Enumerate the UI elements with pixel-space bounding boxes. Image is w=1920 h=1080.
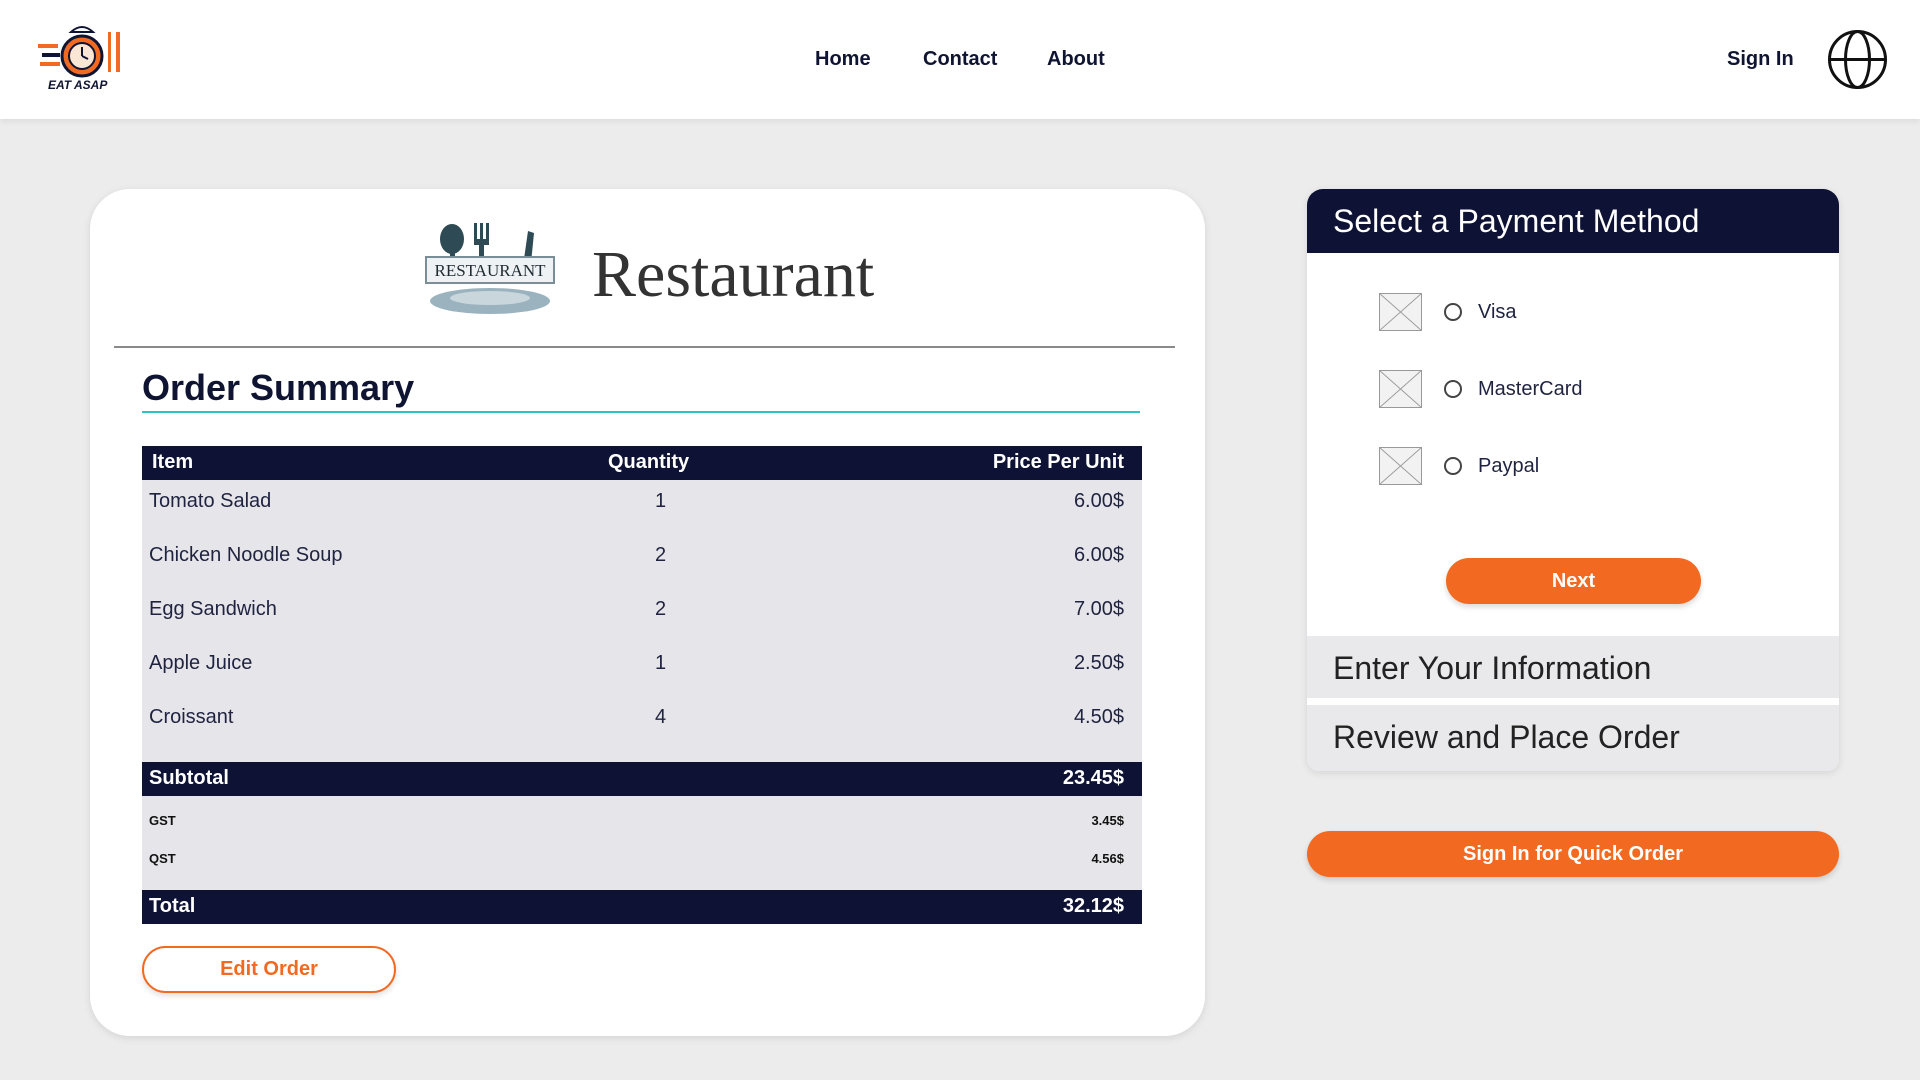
gst-label: GST xyxy=(149,813,176,828)
qst-row: QST 4.56$ xyxy=(142,851,1142,871)
nav-contact[interactable]: Contact xyxy=(923,48,997,71)
item-quantity: 4 xyxy=(655,706,667,728)
visa-label[interactable]: Visa xyxy=(1478,301,1517,324)
qst-label: QST xyxy=(149,851,176,866)
restaurant-title: Restaurant xyxy=(592,238,875,311)
title-underline xyxy=(142,411,1140,413)
payment-option-visa[interactable]: Visa xyxy=(1379,293,1699,333)
table-row: Chicken Noodle Soup 2 6.00$ xyxy=(142,534,1142,588)
table-row: Egg Sandwich 2 7.00$ xyxy=(142,588,1142,642)
gst-value: 3.45$ xyxy=(1091,813,1124,828)
payment-method-header[interactable]: Select a Payment Method xyxy=(1307,189,1839,253)
item-price: 6.00$ xyxy=(1073,544,1124,566)
step-review-order[interactable]: Review and Place Order xyxy=(1307,705,1839,771)
table-header: Item Quantity Price Per Unit xyxy=(142,446,1142,480)
mastercard-image-placeholder-icon xyxy=(1379,370,1422,408)
nav-home[interactable]: Home xyxy=(815,48,871,71)
item-quantity: 1 xyxy=(655,652,667,674)
column-header-quantity: Quantity xyxy=(608,451,690,473)
payment-panel: Select a Payment Method Visa MasterCard … xyxy=(1307,189,1839,771)
payment-option-mastercard[interactable]: MasterCard xyxy=(1379,370,1699,410)
visa-image-placeholder-icon xyxy=(1379,293,1422,331)
table-row: Croissant 4 4.50$ xyxy=(142,696,1142,750)
item-name: Tomato Salad xyxy=(149,490,272,512)
restaurant-logo: RESTAURANT xyxy=(425,223,555,314)
table-body: Tomato Salad 1 6.00$ Chicken Noodle Soup… xyxy=(142,480,1142,762)
table-row: Apple Juice 1 2.50$ xyxy=(142,642,1142,696)
item-name: Apple Juice xyxy=(149,652,253,674)
item-quantity: 2 xyxy=(655,544,667,566)
paypal-radio[interactable] xyxy=(1444,457,1462,475)
gst-row: GST 3.45$ xyxy=(142,813,1142,833)
divider xyxy=(114,346,1175,348)
payment-option-paypal[interactable]: Paypal xyxy=(1379,447,1699,487)
item-name: Croissant xyxy=(149,706,234,728)
mastercard-label[interactable]: MasterCard xyxy=(1478,378,1582,401)
item-name: Chicken Noodle Soup xyxy=(149,544,343,566)
total-value: 32.12$ xyxy=(1062,895,1124,917)
item-price: 2.50$ xyxy=(1073,652,1124,674)
globe-icon[interactable] xyxy=(1827,29,1888,90)
visa-radio[interactable] xyxy=(1444,303,1462,321)
paypal-image-placeholder-icon xyxy=(1379,447,1422,485)
step-enter-information[interactable]: Enter Your Information xyxy=(1307,636,1839,698)
column-header-price: Price Per Unit xyxy=(992,451,1124,473)
item-name: Egg Sandwich xyxy=(149,598,277,620)
order-table: Item Quantity Price Per Unit Tomato Sala… xyxy=(142,446,1142,924)
edit-order-button[interactable]: Edit Order xyxy=(142,946,396,993)
order-summary-title: Order Summary xyxy=(142,367,415,408)
item-price: 4.50$ xyxy=(1073,706,1124,728)
restaurant-logo-text: RESTAURANT xyxy=(434,261,546,280)
item-quantity: 1 xyxy=(655,490,667,512)
sign-in-link[interactable]: Sign In xyxy=(1727,48,1794,71)
logo-wordmark: EAT ASAP xyxy=(48,78,108,92)
subtotal-bar: Subtotal 23.45$ xyxy=(142,762,1142,796)
mastercard-radio[interactable] xyxy=(1444,380,1462,398)
table-row: Tomato Salad 1 6.00$ xyxy=(142,480,1142,534)
qst-value: 4.56$ xyxy=(1091,851,1124,866)
total-label: Total xyxy=(149,895,196,917)
column-header-item: Item xyxy=(152,451,194,473)
total-bar: Total 32.12$ xyxy=(142,890,1142,924)
item-price: 7.00$ xyxy=(1073,598,1124,620)
top-header: EAT ASAP Home Contact About Sign In xyxy=(0,0,1920,119)
nav-about[interactable]: About xyxy=(1047,48,1105,71)
sign-in-quick-order-button[interactable]: Sign In for Quick Order xyxy=(1307,831,1839,877)
subtotal-value: 23.45$ xyxy=(1062,767,1124,789)
tax-block: GST 3.45$ QST 4.56$ xyxy=(142,796,1142,890)
order-summary-card: RESTAURANT Restaurant Order Summary Item… xyxy=(90,189,1205,1036)
paypal-label[interactable]: Paypal xyxy=(1478,455,1539,478)
eat-asap-logo[interactable]: EAT ASAP xyxy=(38,22,122,96)
item-quantity: 2 xyxy=(655,598,667,620)
item-price: 6.00$ xyxy=(1073,490,1124,512)
next-button[interactable]: Next xyxy=(1446,558,1701,604)
subtotal-label: Subtotal xyxy=(149,767,229,789)
